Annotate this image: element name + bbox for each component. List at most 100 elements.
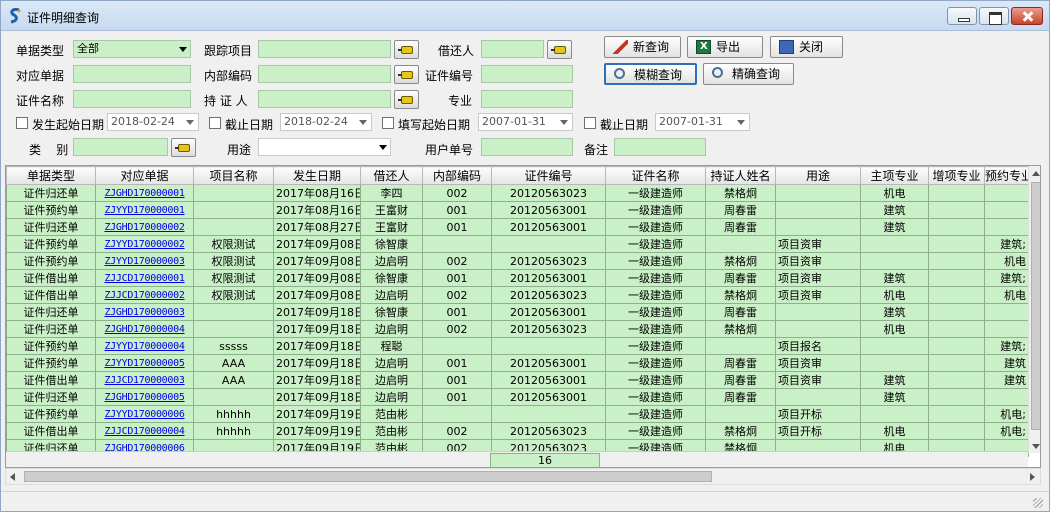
- category-input[interactable]: [73, 138, 168, 156]
- occur-start-date[interactable]: 2018-02-24: [107, 113, 199, 131]
- export-button[interactable]: 导出: [687, 36, 763, 58]
- table-row[interactable]: 证件预约单 ZJYYD170000006 hhhhh 2017年09月19日 范由彬 一级…: [6, 405, 1029, 423]
- table-row[interactable]: 证件借出单 ZJJCD170000003 AAA 2017年09月18日 边启明 001 2…: [6, 371, 1029, 389]
- borrower-picker-button[interactable]: [547, 40, 572, 59]
- table-row[interactable]: 证件归还单 ZJGHD170000005 2017年09月18日 边启明 001 2012…: [6, 388, 1029, 406]
- fuzzy-query-button[interactable]: 模糊查询: [604, 63, 697, 85]
- doc-link[interactable]: ZJGHD170000004: [95, 320, 194, 338]
- cert-name-input[interactable]: [73, 90, 191, 108]
- holder-picker-button[interactable]: [394, 90, 419, 109]
- table-cell: 边启明: [360, 252, 423, 270]
- doc-link[interactable]: ZJGHD170000005: [95, 388, 194, 406]
- column-header[interactable]: 预约专业: [984, 166, 1029, 185]
- table-row[interactable]: 证件预约单 ZJYYD170000003 权限测试 2017年09月08日 边启明 002…: [6, 252, 1029, 270]
- title-bar[interactable]: 证件明细查询: [1, 1, 1049, 31]
- track-picker-button[interactable]: [394, 40, 419, 59]
- doc-link[interactable]: ZJJCD170000003: [95, 371, 194, 389]
- cert-no-input[interactable]: [481, 65, 573, 83]
- doc-link[interactable]: ZJJCD170000001: [95, 269, 194, 287]
- borrower-input[interactable]: [481, 40, 544, 58]
- horizontal-scroll-thumb[interactable]: [24, 471, 712, 482]
- table-row[interactable]: 证件借出单 ZJJCD170000004 hhhhh 2017年09月19日 范由彬 00…: [6, 422, 1029, 440]
- doc-link[interactable]: ZJGHD170000002: [95, 218, 194, 236]
- table-cell: 20120563023: [491, 252, 606, 270]
- close-button[interactable]: 关闭: [770, 36, 843, 58]
- holder-input[interactable]: [258, 90, 391, 108]
- table-row[interactable]: 证件预约单 ZJYYD170000004 sssss 2017年09月18日 程聪 一级建…: [6, 337, 1029, 355]
- table-row[interactable]: 证件预约单 ZJYYD170000002 权限测试 2017年09月08日 徐智康 一级建…: [6, 235, 1029, 253]
- table-row[interactable]: 证件归还单 ZJGHD170000003 2017年09月18日 徐智康 001 2012…: [6, 303, 1029, 321]
- table-cell: 权限测试: [193, 235, 274, 253]
- fill-start-date[interactable]: 2007-01-31: [478, 113, 573, 131]
- fill-end-checkbox[interactable]: [584, 117, 596, 129]
- window-close-button[interactable]: [1011, 7, 1043, 25]
- table-row[interactable]: 证件借出单 ZJJCD170000002 权限测试 2017年09月08日 边启明 002…: [6, 286, 1029, 304]
- doc-link[interactable]: ZJGHD170000001: [95, 184, 194, 202]
- vertical-scroll-thumb[interactable]: [1031, 182, 1040, 430]
- internal-code-picker-button[interactable]: [394, 65, 419, 84]
- table-cell: [860, 252, 929, 270]
- table-row[interactable]: 证件归还单 ZJGHD170000002 2017年08月27日 王富财 001 2012…: [6, 218, 1029, 236]
- doc-link[interactable]: ZJJCD170000002: [95, 286, 194, 304]
- table-row[interactable]: 证件归还单 ZJGHD170000001 2017年08月16日 李四 002 20120…: [6, 184, 1029, 202]
- table-cell: 2017年09月18日: [273, 388, 361, 406]
- column-header[interactable]: 证件编号: [491, 166, 606, 185]
- related-doc-input[interactable]: [73, 65, 191, 83]
- occur-end-date[interactable]: 2018-02-24: [280, 113, 372, 131]
- internal-code-input[interactable]: [258, 65, 391, 83]
- category-picker-button[interactable]: [171, 138, 196, 157]
- minimize-button[interactable]: [947, 7, 977, 25]
- table-cell: 20120563001: [491, 354, 606, 372]
- column-header[interactable]: 单据类型: [6, 166, 96, 185]
- doc-link[interactable]: ZJYYD170000002: [95, 235, 194, 253]
- column-header[interactable]: 项目名称: [193, 166, 274, 185]
- results-grid[interactable]: 单据类型 对应单据 项目名称 发生日期 借还人 内部编码 证件编号 证件名称 持证人姓名 用途 主项…: [5, 165, 1041, 468]
- vertical-scrollbar[interactable]: [1028, 166, 1040, 453]
- close-icon: [1012, 8, 1042, 24]
- horizontal-scrollbar[interactable]: [5, 468, 1041, 485]
- table-row[interactable]: 证件预约单 ZJYYD170000005 AAA 2017年09月18日 边启明 001 2…: [6, 354, 1029, 372]
- column-header[interactable]: 持证人姓名: [705, 166, 776, 185]
- column-header[interactable]: 发生日期: [273, 166, 361, 185]
- exact-query-button[interactable]: 精确查询: [703, 63, 794, 85]
- column-header[interactable]: 内部编码: [422, 166, 492, 185]
- column-header[interactable]: 借还人: [360, 166, 423, 185]
- purpose-select[interactable]: [258, 138, 391, 156]
- doc-link[interactable]: ZJYYD170000004: [95, 337, 194, 355]
- table-row[interactable]: 证件借出单 ZJJCD170000001 权限测试 2017年09月08日 徐智康 001…: [6, 269, 1029, 287]
- maximize-button[interactable]: [979, 7, 1009, 25]
- table-cell: 禁格炯: [705, 252, 776, 270]
- doc-link[interactable]: ZJYYD170000001: [95, 201, 194, 219]
- doc-type-select[interactable]: 全部: [73, 40, 191, 58]
- table-cell: 证件归还单: [6, 303, 96, 321]
- resize-grip-icon[interactable]: [1033, 498, 1043, 508]
- table-cell: 20120563001: [491, 303, 606, 321]
- doc-link[interactable]: ZJJCD170000004: [95, 422, 194, 440]
- doc-link[interactable]: ZJYYD170000005: [95, 354, 194, 372]
- column-header[interactable]: 用途: [775, 166, 861, 185]
- scroll-right-icon[interactable]: [1030, 473, 1035, 481]
- table-row[interactable]: 证件预约单 ZJYYD170000001 2017年08月16日 王富财 001 2012…: [6, 201, 1029, 219]
- fill-end-date[interactable]: 2007-01-31: [655, 113, 750, 131]
- track-input[interactable]: [258, 40, 391, 58]
- new-query-button[interactable]: 新查询: [604, 36, 681, 58]
- occur-start-checkbox[interactable]: [16, 117, 28, 129]
- scroll-left-icon[interactable]: [10, 473, 15, 481]
- table-cell: 20120563001: [491, 218, 606, 236]
- user-doc-input[interactable]: [481, 138, 573, 156]
- table-row[interactable]: 证件归还单 ZJGHD170000004 2017年09月18日 边启明 002 2012…: [6, 320, 1029, 338]
- table-cell: 2017年09月18日: [273, 371, 361, 389]
- doc-link[interactable]: ZJGHD170000003: [95, 303, 194, 321]
- major-input[interactable]: [481, 90, 573, 108]
- column-header[interactable]: 对应单据: [95, 166, 194, 185]
- scroll-down-icon[interactable]: [1032, 444, 1040, 449]
- remark-input[interactable]: [614, 138, 706, 156]
- column-header[interactable]: 主项专业: [860, 166, 929, 185]
- column-header[interactable]: 证件名称: [605, 166, 706, 185]
- fill-start-checkbox[interactable]: [382, 117, 394, 129]
- column-header[interactable]: 增项专业: [928, 166, 985, 185]
- doc-link[interactable]: ZJYYD170000006: [95, 405, 194, 423]
- scroll-up-icon[interactable]: [1032, 171, 1040, 176]
- doc-link[interactable]: ZJYYD170000003: [95, 252, 194, 270]
- occur-end-checkbox[interactable]: [209, 117, 221, 129]
